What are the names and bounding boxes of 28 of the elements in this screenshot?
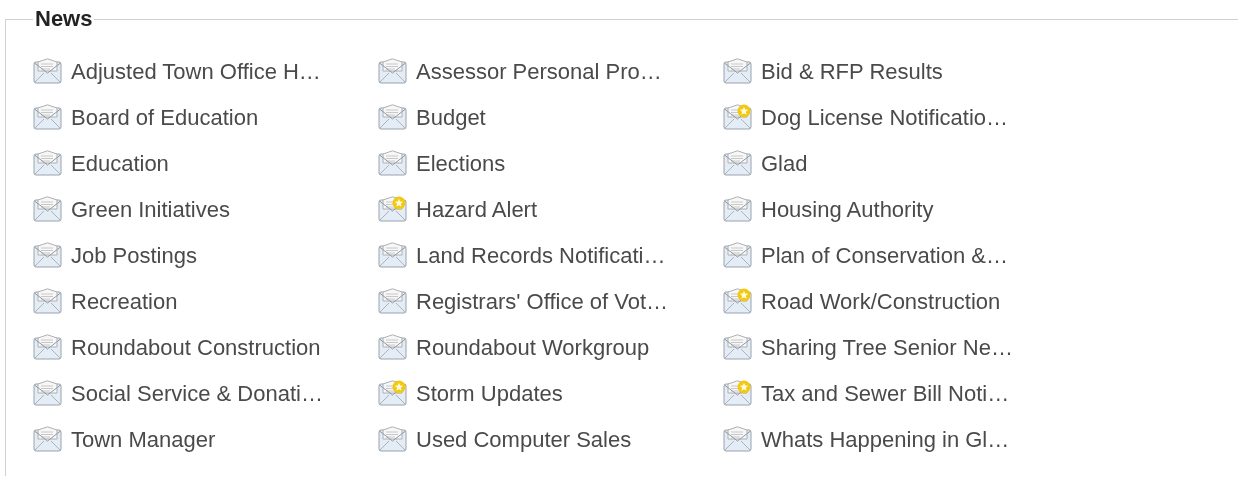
news-link[interactable]: Social Service & Donati… bbox=[33, 370, 378, 416]
news-link[interactable]: Roundabout Workgroup bbox=[378, 324, 723, 370]
news-link[interactable]: Recreation bbox=[33, 278, 378, 324]
news-link[interactable]: Job Postings bbox=[33, 232, 378, 278]
news-link[interactable]: Whats Happening in Gl… bbox=[723, 416, 1068, 462]
news-link[interactable]: Town Manager bbox=[33, 416, 378, 462]
news-link[interactable]: Used Computer Sales bbox=[378, 416, 723, 462]
news-link[interactable]: Assessor Personal Pro… bbox=[378, 48, 723, 94]
section-title: News bbox=[34, 6, 94, 32]
news-link[interactable]: Glad bbox=[723, 140, 1068, 186]
news-link[interactable]: Sharing Tree Senior Ne… bbox=[723, 324, 1068, 370]
news-link[interactable]: Budget bbox=[378, 94, 723, 140]
news-link[interactable]: Elections bbox=[378, 140, 723, 186]
news-link[interactable]: Housing Authority bbox=[723, 186, 1068, 232]
news-link[interactable]: Dog License Notificatio… bbox=[723, 94, 1068, 140]
news-link[interactable]: Hazard Alert bbox=[378, 186, 723, 232]
news-link[interactable]: Land Records Notificati… bbox=[378, 232, 723, 278]
news-link[interactable]: Bid & RFP Results bbox=[723, 48, 1068, 94]
news-link[interactable]: Road Work/Construction bbox=[723, 278, 1068, 324]
news-link[interactable]: Adjusted Town Office H… bbox=[33, 48, 378, 94]
news-link[interactable]: Roundabout Construction bbox=[33, 324, 378, 370]
news-link[interactable]: Green Initiatives bbox=[33, 186, 378, 232]
news-link[interactable]: Storm Updates bbox=[378, 370, 723, 416]
news-link[interactable]: Education bbox=[33, 140, 378, 186]
news-link[interactable]: Board of Education bbox=[33, 94, 378, 140]
news-link[interactable]: Registrars' Office of Vot… bbox=[378, 278, 723, 324]
news-link[interactable]: Tax and Sewer Bill Noti… bbox=[723, 370, 1068, 416]
news-link[interactable]: Plan of Conservation &… bbox=[723, 232, 1068, 278]
